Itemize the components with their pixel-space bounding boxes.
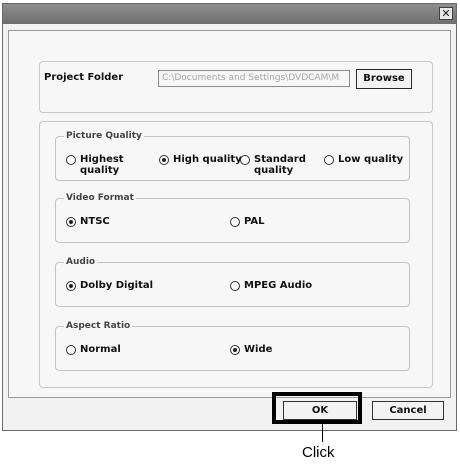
project-folder-label: Project Folder: [44, 72, 124, 83]
format-pal-radio[interactable]: PAL: [230, 216, 265, 227]
radio-circle-icon: [240, 155, 250, 165]
radio-checked-icon: [230, 345, 240, 355]
radio-label: Normal: [80, 344, 121, 355]
close-button[interactable]: ✕: [439, 7, 453, 20]
aspect-normal-radio[interactable]: Normal: [66, 344, 121, 355]
title-bar: ✕: [3, 4, 456, 24]
cancel-button[interactable]: Cancel: [372, 401, 444, 420]
audio-dolby-radio[interactable]: Dolby Digital: [66, 280, 153, 291]
radio-checked-icon: [66, 281, 76, 291]
quality-high-radio[interactable]: High quality: [159, 154, 242, 165]
format-ntsc-radio[interactable]: NTSC: [66, 216, 110, 227]
quality-low-radio[interactable]: Low quality: [324, 154, 403, 165]
dialog-body: Project Folder C:\Documents and Settings…: [8, 30, 451, 398]
radio-label: NTSC: [80, 216, 110, 227]
radio-label: Standard quality: [254, 154, 306, 176]
quality-highest-radio[interactable]: Highest quality: [66, 154, 124, 176]
radio-circle-icon: [230, 281, 240, 291]
callout-line: [322, 424, 323, 442]
aspect-ratio-legend: Aspect Ratio: [64, 320, 133, 332]
project-folder-field[interactable]: C:\Documents and Settings\DVDCAM\M: [158, 70, 350, 87]
video-format-legend: Video Format: [64, 192, 136, 204]
radio-label: Wide: [244, 344, 273, 355]
radio-label: Highest quality: [80, 154, 124, 176]
project-folder-group: Project Folder C:\Documents and Settings…: [39, 61, 433, 113]
radio-circle-icon: [66, 345, 76, 355]
radio-label: MPEG Audio: [244, 280, 313, 291]
options-group: Picture Quality Highest quality High qual…: [39, 121, 433, 388]
ok-highlight-box: [272, 392, 362, 424]
radio-checked-icon: [159, 155, 169, 165]
radio-checked-icon: [66, 217, 76, 227]
radio-circle-icon: [324, 155, 334, 165]
radio-label: Low quality: [338, 154, 404, 165]
radio-label: PAL: [244, 216, 265, 227]
audio-mpeg-radio[interactable]: MPEG Audio: [230, 280, 312, 291]
picture-quality-group: Picture Quality Highest quality High qual…: [55, 130, 410, 181]
radio-circle-icon: [66, 155, 76, 165]
audio-legend: Audio: [64, 256, 98, 268]
settings-dialog: ✕ Project Folder C:\Documents and Settin…: [2, 3, 457, 431]
video-format-group: Video Format NTSC PAL: [55, 192, 410, 243]
callout-text: Click: [302, 444, 335, 461]
aspect-ratio-group: Aspect Ratio Normal Wide: [55, 320, 410, 371]
close-icon: ✕: [441, 7, 451, 20]
quality-standard-radio[interactable]: Standard quality: [240, 154, 306, 176]
radio-label: Dolby Digital: [80, 280, 154, 291]
browse-button[interactable]: Browse: [356, 69, 412, 89]
picture-quality-legend: Picture Quality: [64, 130, 144, 142]
audio-group: Audio Dolby Digital MPEG Audio: [55, 256, 410, 307]
radio-circle-icon: [230, 217, 240, 227]
aspect-wide-radio[interactable]: Wide: [230, 344, 272, 355]
radio-label: High quality: [173, 154, 242, 165]
